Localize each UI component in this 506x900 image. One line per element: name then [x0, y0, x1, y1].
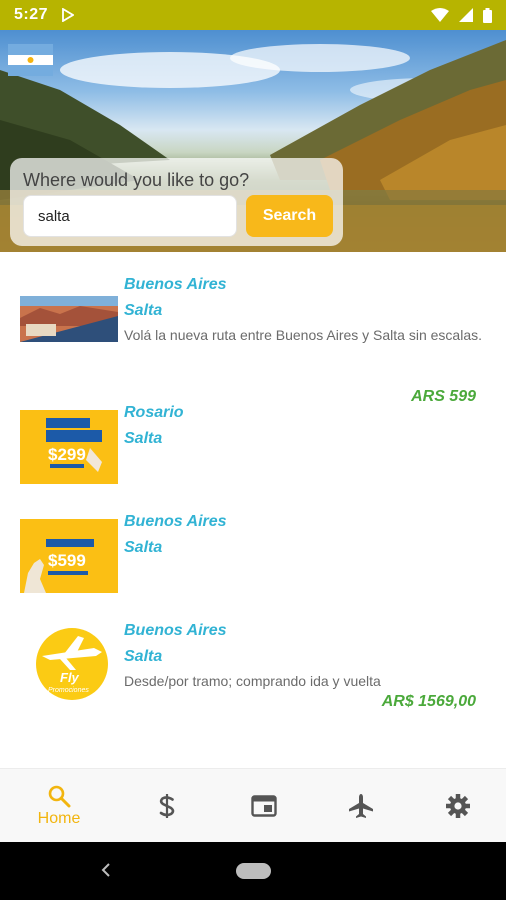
offer-text: Buenos Aires Salta Desde/por tramo; comp… — [124, 618, 484, 691]
status-bar: 5:27 — [0, 0, 506, 30]
search-button[interactable]: Search — [246, 195, 333, 237]
status-time: 5:27 — [14, 6, 49, 23]
logo-text-promociones: Promociones — [48, 687, 89, 694]
list-item[interactable]: $599 Buenos Aires Salta — [0, 509, 506, 599]
offer-origin: Buenos Aires — [124, 622, 227, 639]
offer-destination: Salta — [124, 430, 163, 447]
home-pill-button[interactable] — [236, 863, 271, 879]
airplane-icon — [349, 794, 373, 818]
nav-home[interactable]: Home — [10, 769, 108, 843]
promo-price-text: $599 — [48, 551, 86, 570]
list-item[interactable]: $299 Rosario Salta — [0, 400, 506, 490]
offer-price: AR$ 1569,00 — [381, 693, 476, 710]
offer-text: Rosario Salta — [124, 400, 484, 452]
search-icon — [48, 785, 71, 808]
offer-origin: Buenos Aires — [124, 276, 227, 293]
offer-description: Desde/por tramo; comprando ida y vuelta — [124, 673, 381, 689]
logo-text-fly: Fly — [60, 670, 80, 685]
battery-icon — [483, 7, 492, 23]
nav-settings[interactable] — [409, 769, 506, 843]
nav-home-label: Home — [37, 810, 81, 827]
offer-origin: Buenos Aires — [124, 513, 227, 530]
list-item[interactable]: Fly Promociones Buenos Aires Salta Desde… — [0, 618, 506, 738]
offer-description: Volá la nueva ruta entre Buenos Aires y … — [124, 327, 482, 343]
offer-text: Buenos Aires Salta — [124, 509, 484, 561]
offer-text: Buenos Aires Salta Volá la nueva ruta en… — [124, 272, 484, 345]
gear-icon — [446, 794, 470, 818]
destination-search-input[interactable] — [23, 195, 237, 237]
back-icon[interactable] — [100, 861, 112, 879]
search-title: Where would you like to go? — [23, 170, 250, 190]
window-icon — [251, 795, 277, 817]
argentina-flag-icon[interactable] — [8, 44, 53, 76]
play-store-icon — [62, 8, 75, 22]
wifi-icon — [431, 8, 449, 22]
offer-destination: Salta — [124, 539, 163, 556]
list-item[interactable]: Buenos Aires Salta Volá la nueva ruta en… — [0, 272, 506, 412]
hero-banner: Where would you like to go? Search — [0, 30, 506, 252]
search-card: Where would you like to go? Search — [10, 158, 343, 246]
signal-icon — [459, 8, 473, 22]
offer-origin: Rosario — [124, 404, 184, 421]
promo-price-text: $299 — [48, 445, 86, 464]
nav-window[interactable] — [215, 769, 313, 843]
app-screen: 5:27 Where would you like to go? salta S… — [0, 0, 506, 900]
fly-promociones-logo: Fly Promociones — [36, 628, 108, 700]
nav-flights[interactable] — [312, 769, 410, 843]
promo-thumbnail: $599 — [20, 519, 118, 593]
nav-prices[interactable] — [118, 769, 216, 843]
system-navigation-bar — [0, 842, 506, 900]
status-icons — [431, 7, 492, 23]
offer-destination: Salta — [124, 302, 163, 319]
offer-destination: Salta — [124, 648, 163, 665]
bottom-navigation: Home — [0, 768, 506, 842]
salta-landscape-thumbnail — [20, 296, 118, 342]
dollar-icon — [159, 794, 175, 818]
promo-thumbnail: $299 — [20, 410, 118, 484]
